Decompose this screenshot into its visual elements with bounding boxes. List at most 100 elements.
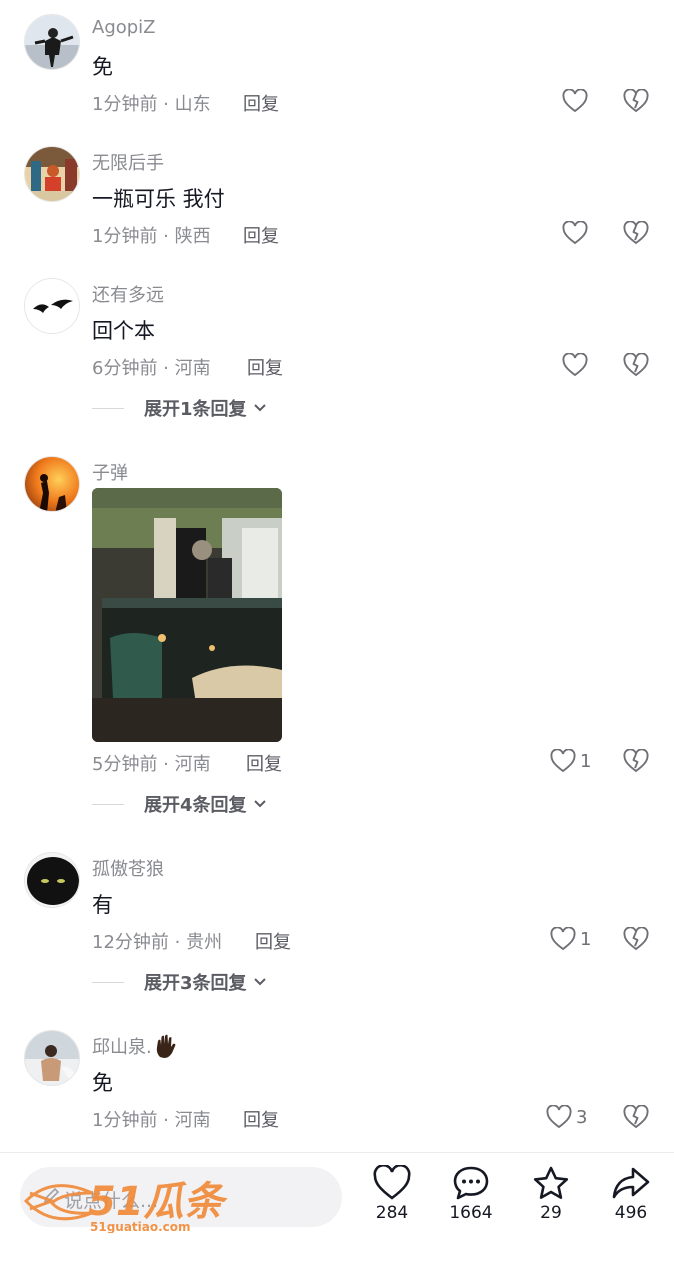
comment-meta: 12分钟前 · 贵州 (92, 928, 222, 954)
expand-replies-button[interactable]: 展开4条回复 (92, 791, 267, 817)
avatar[interactable] (24, 146, 80, 202)
comment-username[interactable]: 子弹 (92, 459, 128, 485)
comment-time: 5分钟前 (92, 754, 158, 775)
reply-button[interactable]: 回复 (243, 222, 279, 248)
heart-icon (373, 1165, 411, 1200)
comment-image[interactable] (92, 488, 282, 742)
like-video-button[interactable]: 284 (357, 1165, 427, 1223)
dislike-button[interactable] (623, 749, 649, 773)
comment-location: 河南 (174, 358, 211, 379)
dislike-button[interactable] (623, 1105, 649, 1129)
comment-username-text: 邱山泉. (92, 1037, 152, 1058)
avatar[interactable] (24, 14, 80, 70)
comment-text: 免 (92, 55, 113, 79)
watermark-fish-logo: 51瓜条 51guatiao.com (23, 1179, 229, 1234)
avatar-image (25, 1031, 79, 1085)
chevron-down-icon (253, 404, 266, 412)
avatar[interactable] (24, 1030, 80, 1086)
expand-divider (92, 803, 124, 805)
like-button[interactable] (562, 221, 588, 245)
comment-location: 河南 (174, 754, 211, 775)
like-button[interactable] (562, 353, 588, 377)
reply-button[interactable]: 回复 (246, 750, 282, 776)
comment-username[interactable]: 还有多远 (92, 281, 164, 307)
avatar-image (25, 15, 79, 69)
comment-time: 1分钟前 (92, 1110, 158, 1131)
meta-separator: · (157, 1110, 175, 1131)
heart-icon (562, 221, 588, 245)
expand-replies-button[interactable]: 展开1条回复 (92, 395, 267, 421)
expand-replies-label: 展开3条回复 (144, 973, 247, 994)
comment-location: 河南 (174, 1110, 211, 1131)
comment-location: 陕西 (174, 226, 211, 247)
comment-time: 12分钟前 (92, 932, 169, 953)
like-button[interactable]: 1 (550, 749, 591, 773)
broken-heart-icon (623, 221, 649, 245)
comments-button[interactable]: 1664 (436, 1165, 506, 1223)
heart-icon (562, 353, 588, 377)
comment-text: 有 (92, 893, 113, 917)
dislike-button[interactable] (623, 89, 649, 113)
comment-meta: 5分钟前 · 河南 (92, 750, 211, 776)
comment-username[interactable]: 孤傲苍狼 (92, 855, 164, 881)
meta-separator: · (157, 94, 175, 115)
comment-text: 一瓶可乐 我付 (92, 187, 225, 211)
broken-heart-icon (623, 1105, 649, 1129)
favorite-button[interactable]: 29 (516, 1165, 586, 1223)
comment-meta: 6分钟前 · 河南 (92, 354, 211, 380)
reply-button[interactable]: 回复 (255, 928, 291, 954)
reply-button[interactable]: 回复 (243, 90, 279, 116)
comment-text: 免 (92, 1071, 113, 1095)
like-count: 1 (580, 928, 592, 950)
expand-replies-label: 展开4条回复 (144, 795, 247, 816)
comment-location: 山东 (174, 94, 211, 115)
share-button[interactable]: 496 (596, 1165, 666, 1223)
comment-username[interactable]: 邱山泉. (92, 1033, 178, 1059)
heart-icon (550, 927, 576, 951)
avatar-image (25, 457, 79, 511)
meta-separator: · (157, 226, 175, 247)
share-arrow-icon (612, 1167, 650, 1199)
meta-separator: · (168, 932, 187, 953)
dislike-button[interactable] (623, 221, 649, 245)
comments-count: 1664 (449, 1203, 493, 1223)
comment-meta: 1分钟前 · 陕西 (92, 222, 211, 248)
like-count: 1 (580, 750, 592, 772)
broken-heart-icon (623, 353, 649, 377)
shares-count: 496 (614, 1203, 648, 1223)
broken-heart-icon (623, 89, 649, 113)
likes-count: 284 (375, 1203, 409, 1223)
comment-username[interactable]: 无限后手 (92, 149, 164, 175)
like-count: 3 (576, 1106, 588, 1128)
dislike-button[interactable] (623, 353, 649, 377)
watermark-url: 51guatiao.com (90, 1220, 191, 1233)
star-icon (533, 1166, 569, 1199)
comment-meta: 1分钟前 · 山东 (92, 90, 211, 116)
favorites-count: 29 (540, 1203, 562, 1223)
restaurant-photo (92, 488, 282, 742)
comment-time: 1分钟前 (92, 94, 158, 115)
chat-bubble-icon (453, 1166, 489, 1200)
heart-icon (550, 749, 576, 773)
like-button[interactable] (562, 89, 588, 113)
meta-separator: · (157, 754, 175, 775)
expand-divider (92, 407, 124, 409)
reply-button[interactable]: 回复 (243, 1106, 279, 1132)
avatar[interactable] (24, 278, 80, 334)
expand-replies-button[interactable]: 展开3条回复 (92, 969, 267, 995)
chevron-down-icon (253, 800, 266, 808)
expand-replies-label: 展开1条回复 (144, 399, 247, 420)
reply-button[interactable]: 回复 (247, 354, 283, 380)
comment-time: 1分钟前 (92, 226, 158, 247)
watermark-logo: 51瓜条 51guatiao.com (22, 1171, 232, 1237)
comment-meta: 1分钟前 · 河南 (92, 1106, 211, 1132)
avatar-image (25, 853, 79, 907)
like-button[interactable]: 1 (550, 927, 591, 951)
avatar[interactable] (24, 852, 80, 908)
wave-hand-emoji (156, 1034, 176, 1058)
like-button[interactable]: 3 (546, 1105, 587, 1129)
comment-username[interactable]: AgopiZ (92, 17, 156, 38)
dislike-button[interactable] (623, 927, 649, 951)
broken-heart-icon (623, 927, 649, 951)
avatar[interactable] (24, 456, 80, 512)
